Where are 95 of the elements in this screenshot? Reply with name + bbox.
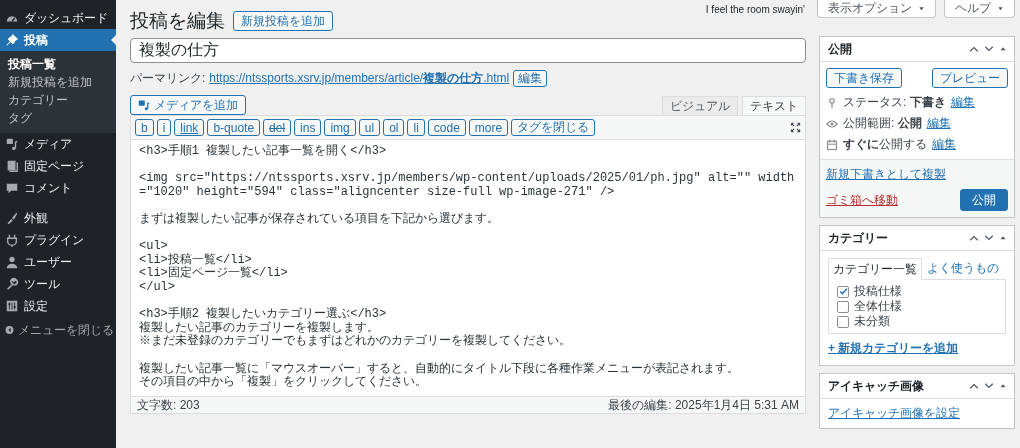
set-featured-image-link[interactable]: アイキャッチ画像を設定: [828, 406, 960, 420]
quicktag-button[interactable]: more: [468, 119, 509, 136]
edit-link[interactable]: 編集: [926, 115, 951, 132]
word-count: 文字数: 203: [137, 396, 200, 414]
paintbrush-icon: [5, 211, 19, 225]
expand-arrows-icon: [790, 122, 801, 133]
sidebar-item[interactable]: ユーザー: [0, 251, 116, 273]
sidebar-item[interactable]: メディア: [0, 133, 116, 155]
lyric-text: I feel the room swayin': [705, 4, 805, 15]
content-line: </ul>: [139, 280, 176, 295]
content-line: ※まだ未登録のカテゴリーでもまずはどれかのカテゴリーを複製してください。: [139, 335, 572, 349]
submenu-item[interactable]: タグ: [0, 109, 116, 127]
submenu-item[interactable]: カテゴリー: [0, 91, 116, 109]
last-edited-text: 最後の編集: 2025年1月4日 5:31 AM: [608, 396, 799, 414]
checkbox[interactable]: [837, 285, 849, 298]
quicktag-button[interactable]: img: [324, 119, 356, 136]
sliders-icon: [5, 299, 19, 313]
preview-button[interactable]: プレビュー: [932, 68, 1008, 88]
add-new-post-button[interactable]: 新規投稿を追加: [233, 11, 333, 31]
duplicate-link[interactable]: 新規下書きとして複製: [826, 167, 946, 181]
add-category-link[interactable]: + 新規カテゴリーを追加: [828, 340, 1006, 357]
post-title-field[interactable]: 複製の仕方: [130, 38, 806, 63]
content-line: まずは複製したい記事が保存されている項目を下記から選びます。: [139, 212, 500, 227]
plug-icon: [5, 233, 19, 247]
caret-down-icon: [997, 5, 1004, 12]
help-button[interactable]: ヘルプ: [944, 0, 1015, 18]
content-line: <li>固定ページ一覧</li>: [139, 267, 289, 281]
panel-title: 公開: [828, 40, 852, 58]
sidebar-item[interactable]: プラグイン: [0, 229, 116, 251]
submenu-item[interactable]: 新規投稿を追加: [0, 73, 116, 91]
publish-setting-text: すぐに公開する: [843, 136, 927, 153]
page-title: 投稿を編集: [130, 9, 225, 33]
panel-title: アイキャッチ画像: [828, 377, 924, 395]
music-note-icon: [5, 137, 19, 151]
sidebar-item[interactable]: 外観: [0, 207, 116, 229]
content-line: その項目の中から「複製」をクリックしてください。: [139, 376, 428, 390]
content-line: <img src="https://ntssports.xsrv.jp/members/wp-content/uploads/2025/01/ph.jpg" alt="" width="1020" height="594" class="aligncenter size-full wp-image-271" />: [139, 172, 796, 200]
calendar-icon: [826, 138, 838, 151]
quicktag-button[interactable]: タグを閉じる: [511, 119, 596, 136]
submenu-item[interactable]: 投稿一覧: [0, 55, 116, 73]
quicktag-button[interactable]: b: [135, 119, 154, 136]
eye-icon: [826, 117, 838, 130]
quicktag-button[interactable]: ol: [383, 119, 405, 136]
publish-setting-text: ステータス: 下書き: [843, 94, 946, 111]
content-line: <li>投稿一覧</li>: [139, 253, 252, 267]
checkbox[interactable]: [837, 315, 849, 328]
editor-tab[interactable]: テキスト: [742, 96, 806, 115]
category-label: 未分類: [854, 313, 890, 330]
quicktag-button[interactable]: del: [263, 119, 292, 136]
caret-down-icon: [918, 5, 925, 12]
content-line: 複製したい記事のカテゴリーを複製します。: [139, 321, 380, 335]
quicktag-button[interactable]: ul: [358, 119, 381, 136]
publish-setting-text: 公開範囲: 公開: [843, 115, 922, 132]
sidebar-item[interactable]: ダッシュボード: [0, 7, 116, 29]
category-label: 全体仕様: [854, 298, 902, 315]
sidebar-item[interactable]: 設定: [0, 295, 116, 317]
panel-title: カテゴリー: [828, 229, 888, 247]
quicktag-button[interactable]: code: [427, 119, 466, 136]
edit-link[interactable]: 編集: [950, 94, 975, 111]
screen-options-button[interactable]: 表示オプション: [817, 0, 936, 18]
quicktag-button[interactable]: li: [407, 119, 425, 136]
sidebar-item[interactable]: 固定ページ: [0, 155, 116, 177]
quicktag-button[interactable]: ins: [294, 119, 322, 136]
sidebar-item[interactable]: 投稿: [0, 29, 116, 51]
edit-permalink-button[interactable]: 編集: [513, 69, 548, 87]
editor-tab[interactable]: ビジュアル: [662, 96, 738, 115]
quicktag-button[interactable]: link: [174, 119, 205, 136]
publish-button[interactable]: 公開: [960, 189, 1008, 211]
edit-link[interactable]: 編集: [932, 136, 956, 153]
permalink-label: パーマリンク:: [130, 69, 206, 87]
category-tab[interactable]: カテゴリー一覧: [828, 258, 922, 280]
content-line: <h3>手順1 複製したい記事一覧を開く</h3>: [139, 145, 388, 159]
pin-icon: [826, 96, 838, 109]
checkbox[interactable]: [837, 300, 849, 313]
collapse-menu-button[interactable]: メニューを閉じる: [0, 319, 116, 341]
quicktag-button[interactable]: b-quote: [207, 119, 261, 136]
speech-bubble-icon: [5, 181, 19, 195]
sidebar-item[interactable]: ツール: [0, 273, 116, 295]
quicktag-button[interactable]: i: [156, 119, 172, 136]
save-draft-button[interactable]: 下書き保存: [826, 68, 902, 88]
pages-icon: [5, 159, 19, 173]
fullscreen-button[interactable]: [790, 122, 801, 133]
trash-link[interactable]: ゴミ箱へ移動: [826, 191, 898, 209]
category-tab[interactable]: よく使うもの: [922, 257, 1004, 279]
add-media-button[interactable]: メディアを追加: [130, 95, 246, 115]
content-line: <ul>: [139, 240, 168, 254]
pushpin-icon: [5, 33, 19, 47]
permalink-link[interactable]: https://ntssports.xsrv.jp/members/article/複製の仕方.html: [209, 69, 510, 87]
content-line: <h3>手順2 複製したいカテゴリー選ぶ</h3>: [139, 308, 388, 322]
sidebar-item[interactable]: コメント: [0, 177, 116, 199]
category-label: 投稿仕様: [854, 283, 902, 300]
circle-arrow-icon: [5, 324, 14, 336]
content-line: 複製したい記事一覧に「マウスオーバー」すると、自動的にタイトル下段に各種作業メニューが表記されます。: [139, 362, 740, 376]
media-icon: [138, 99, 150, 111]
user-icon: [5, 255, 19, 269]
